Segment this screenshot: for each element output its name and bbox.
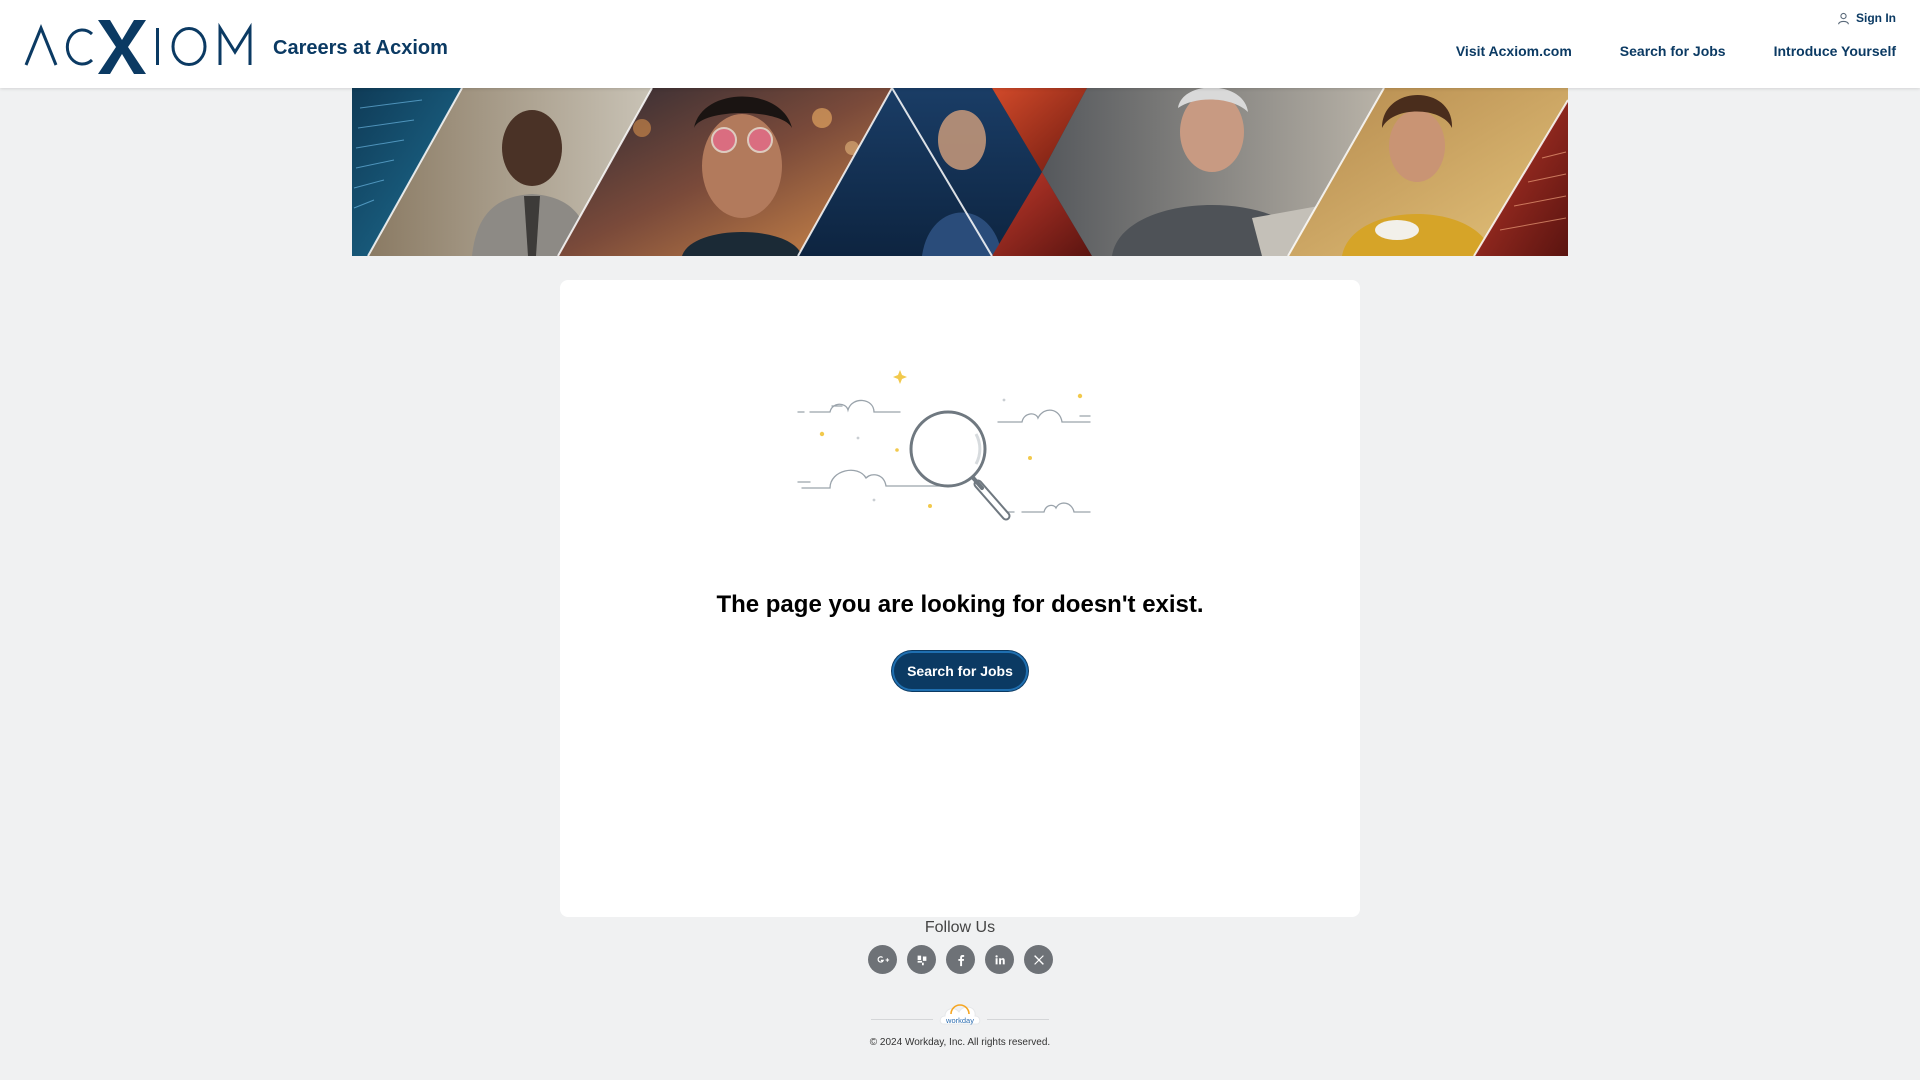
x-twitter-icon bbox=[1033, 954, 1044, 965]
workday-wordmark: workday bbox=[945, 1016, 974, 1025]
follow-us-label: Follow Us bbox=[924, 919, 996, 936]
not-found-card: The page you are looking for doesn't exi… bbox=[560, 280, 1360, 917]
sign-in-label: Sign In bbox=[1856, 11, 1896, 25]
acxiom-logo[interactable] bbox=[24, 18, 252, 74]
x-twitter-link[interactable] bbox=[1024, 945, 1053, 974]
linkedin-link[interactable] bbox=[985, 945, 1014, 974]
top-nav: Visit Acxiom.com Search for Jobs Introdu… bbox=[1456, 42, 1896, 60]
facebook-icon bbox=[957, 954, 964, 966]
search-for-jobs-button[interactable]: Search for Jobs bbox=[892, 651, 1028, 691]
footer-divider-left bbox=[871, 1019, 933, 1020]
workday-logo: workday bbox=[939, 1004, 981, 1025]
powered-by-workday: workday bbox=[871, 1002, 1049, 1028]
banner-collage-image bbox=[352, 88, 1568, 256]
copyright-text: © 2024 Workday, Inc. All rights reserved… bbox=[869, 1037, 1051, 1048]
facebook-link[interactable] bbox=[946, 945, 975, 974]
social-links bbox=[868, 945, 1053, 974]
glassdoor-icon bbox=[917, 955, 926, 965]
linkedin-icon bbox=[994, 954, 1005, 964]
acxiom-logo-mark bbox=[24, 20, 252, 74]
user-icon bbox=[1838, 12, 1849, 24]
site-header: Careers at Acxiom Sign In Visit Acxiom.c… bbox=[0, 0, 1920, 88]
footer-divider-right bbox=[987, 1019, 1049, 1020]
glassdoor-link[interactable] bbox=[907, 945, 936, 974]
hero-banner bbox=[352, 88, 1568, 256]
nav-introduce-yourself[interactable]: Introduce Yourself bbox=[1774, 42, 1896, 60]
not-found-message: The page you are looking for doesn't exi… bbox=[716, 591, 1204, 618]
google-plus-link[interactable] bbox=[868, 945, 897, 974]
sign-in-link[interactable]: Sign In bbox=[1837, 11, 1896, 25]
magnifying-glass-icon bbox=[797, 370, 1091, 521]
site-title[interactable]: Careers at Acxiom bbox=[273, 36, 448, 60]
nav-visit-acxiom[interactable]: Visit Acxiom.com bbox=[1456, 42, 1572, 60]
google-plus-icon bbox=[877, 955, 889, 963]
nav-search-jobs[interactable]: Search for Jobs bbox=[1620, 42, 1726, 60]
